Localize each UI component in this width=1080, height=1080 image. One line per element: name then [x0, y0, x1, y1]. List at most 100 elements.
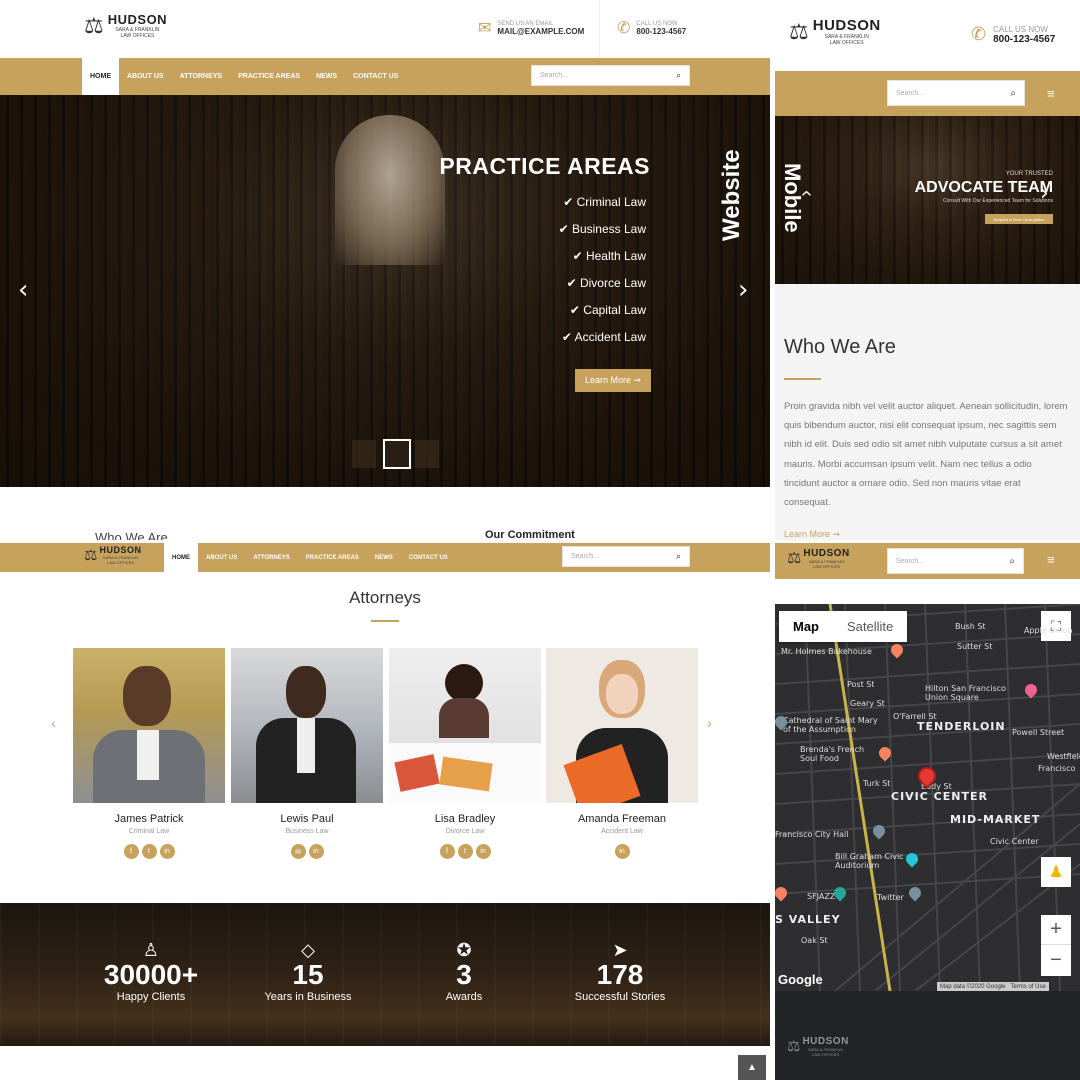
- attorney-card[interactable]: Lisa Bradley Divorce Law f t in: [389, 648, 541, 859]
- scales-icon: ⚖: [787, 1038, 801, 1055]
- sticky-search-input[interactable]: Search... ⌕: [562, 546, 690, 567]
- linkedin-icon[interactable]: in: [475, 844, 491, 859]
- map-label: O'Farrell St: [893, 712, 937, 721]
- practice-item[interactable]: ✔ Business Law: [559, 222, 646, 249]
- mobile-footer: ⚖ HUDSON SARA & FRANKLIN LAW OFFICES: [775, 991, 1080, 1080]
- nav-attorneys[interactable]: ATTORNEYS: [172, 58, 231, 95]
- search-icon[interactable]: ⌕: [676, 551, 681, 562]
- attorneys-prev-arrow[interactable]: ‹: [51, 715, 56, 731]
- twitter-icon[interactable]: t: [457, 844, 473, 859]
- attorney-card[interactable]: James Patrick Criminal Law f t in: [73, 648, 225, 859]
- hero-thumb-active[interactable]: [383, 439, 411, 469]
- pegman-icon[interactable]: ♟: [1041, 857, 1071, 887]
- hero-thumb[interactable]: [352, 440, 376, 468]
- logo-name: HUDSON: [803, 548, 850, 559]
- facebook-icon[interactable]: f: [123, 844, 139, 859]
- footer-logo[interactable]: ⚖ HUDSON SARA & FRANKLIN LAW OFFICES: [787, 1036, 849, 1057]
- desktop-bottom-panel: ⚖ HUDSON SARA & FRANKLIN LAW OFFICES HOM…: [0, 543, 770, 1080]
- hero-next-arrow[interactable]: ›: [738, 275, 748, 305]
- search-placeholder: Search...: [540, 72, 569, 79]
- nav-practice-areas[interactable]: PRACTICE AREAS: [230, 58, 308, 95]
- linkedin-icon[interactable]: in: [308, 844, 324, 859]
- practice-item[interactable]: ✔ Criminal Law: [559, 195, 646, 222]
- stat-label: Happy Clients: [116, 991, 186, 1003]
- nav-home[interactable]: HOME: [164, 543, 198, 572]
- practice-item[interactable]: ✔ Capital Law: [559, 303, 646, 330]
- mobile-sticky-logo[interactable]: ⚖ HUDSON SARA & FRANKLIN LAW OFFICES: [787, 548, 850, 569]
- map-attribution: Map data ©2020 Google Terms of Use: [937, 982, 1049, 991]
- mobile-nav: Search... ⌕ ≡: [775, 71, 1080, 116]
- nav-home[interactable]: HOME: [82, 58, 119, 95]
- zoom-in-button[interactable]: +: [1041, 915, 1071, 945]
- hero-thumb[interactable]: [415, 440, 439, 468]
- attorney-card[interactable]: Amanda Freeman Accident Law in: [546, 648, 698, 859]
- map-label: Sutter St: [957, 642, 993, 651]
- attorney-card[interactable]: Lewis Paul Business Law ✉ in: [231, 648, 383, 859]
- mail-icon: ✉: [478, 20, 492, 37]
- attorney-role: Divorce Law: [445, 828, 485, 835]
- nav-news[interactable]: NEWS: [308, 58, 345, 95]
- search-icon[interactable]: ⌕: [1010, 88, 1016, 99]
- mobile-sticky-search[interactable]: Search... ⌕: [887, 548, 1024, 574]
- map-view[interactable]: Map Satellite ⛶ TENDERLOIN CIVIC CENTER …: [775, 604, 1080, 991]
- hero-prev-arrow[interactable]: ‹: [18, 275, 28, 305]
- nav-news[interactable]: NEWS: [367, 543, 401, 572]
- mobile-hero-kicker: YOUR TRUSTED: [1005, 171, 1053, 177]
- logo-sub2: LAW OFFICES: [813, 564, 840, 569]
- nav-contact[interactable]: CONTACT US: [401, 543, 456, 572]
- zoom-out-button[interactable]: −: [1041, 945, 1071, 975]
- nav-contact[interactable]: CONTACT US: [345, 58, 406, 95]
- practice-item[interactable]: ✔ Divorce Law: [559, 276, 646, 303]
- email-contact[interactable]: ✉ SEND US AN EMAIL MAIL@EXAMPLE.COM: [478, 18, 584, 38]
- phone-number: 800-123-4567: [993, 33, 1056, 45]
- map-tab[interactable]: Map: [779, 611, 833, 642]
- practice-list: ✔ Criminal Law ✔ Business Law ✔ Health L…: [559, 195, 646, 357]
- attorney-name: Amanda Freeman: [577, 813, 667, 825]
- back-to-top-button[interactable]: ▲: [738, 1055, 766, 1080]
- nav-about[interactable]: ABOUT US: [119, 58, 172, 95]
- terms-link[interactable]: Terms of Use: [1010, 984, 1045, 990]
- learn-more-button[interactable]: Learn More ➞: [575, 369, 651, 392]
- mobile-phone-contact[interactable]: ✆ CALL US NOW 800-123-4567: [971, 24, 1055, 45]
- search-icon[interactable]: ⌕: [1009, 556, 1015, 567]
- mobile-logo[interactable]: ⚖ HUDSON SARA & FRANKLIN LAW OFFICES: [789, 17, 881, 46]
- nav-practice-areas[interactable]: PRACTICE AREAS: [298, 543, 367, 572]
- logo-sub2: LAW OFFICES: [106, 560, 134, 565]
- phone-contact[interactable]: ✆ CALL US NOW 800-123-4567: [617, 18, 686, 38]
- mobile-hero-button[interactable]: Request a Free Consultation: [985, 214, 1053, 224]
- sticky-logo[interactable]: ⚖ HUDSON SARA & FRANKLIN LAW OFFICES: [84, 545, 141, 565]
- map-label: Post St: [847, 680, 875, 689]
- mobile-search-input[interactable]: Search... ⌕: [887, 80, 1025, 106]
- twitter-icon[interactable]: t: [141, 844, 157, 859]
- mail-icon[interactable]: ✉: [290, 844, 306, 859]
- nav-attorneys[interactable]: ATTORNEYS: [245, 543, 297, 572]
- map-label: Brenda's French Soul Food: [800, 745, 865, 763]
- linkedin-icon[interactable]: in: [614, 844, 630, 859]
- hamburger-icon[interactable]: ≡: [1047, 86, 1055, 101]
- hamburger-icon[interactable]: ≡: [1047, 552, 1055, 567]
- logo[interactable]: ⚖ HUDSON SARA & FRANKLIN LAW OFFICES: [84, 12, 167, 39]
- nav-about[interactable]: ABOUT US: [198, 543, 245, 572]
- logo-sub2: LAW OFFICES: [120, 33, 155, 39]
- linkedin-icon[interactable]: in: [159, 844, 175, 859]
- mobile-learn-more-link[interactable]: Learn More ➞: [784, 529, 840, 540]
- logo-sub2: LAW OFFICES: [812, 1052, 840, 1057]
- mobile-hero-next-arrow[interactable]: ›: [1040, 181, 1049, 206]
- satellite-tab[interactable]: Satellite: [833, 611, 907, 642]
- logo-name: HUDSON: [812, 17, 881, 34]
- practice-item[interactable]: ✔ Accident Law: [559, 330, 646, 357]
- scales-icon: ⚖: [787, 549, 802, 567]
- attorney-role: Business Law: [285, 828, 329, 835]
- our-commitment-peek: Our Commitment: [485, 529, 575, 540]
- map-label: MID-MARKET: [950, 813, 1041, 826]
- facebook-icon[interactable]: f: [439, 844, 455, 859]
- hero-window: [335, 115, 445, 265]
- practice-item[interactable]: ✔ Health Law: [559, 249, 646, 276]
- website-label: Website: [718, 149, 745, 241]
- logo-name: HUDSON: [99, 545, 142, 555]
- attorney-photo: [73, 648, 225, 803]
- attorneys-next-arrow[interactable]: ›: [707, 715, 712, 731]
- search-icon[interactable]: ⌕: [676, 70, 681, 81]
- hero-title: PRACTICE AREAS: [439, 153, 650, 179]
- search-input[interactable]: Search... ⌕: [531, 65, 690, 86]
